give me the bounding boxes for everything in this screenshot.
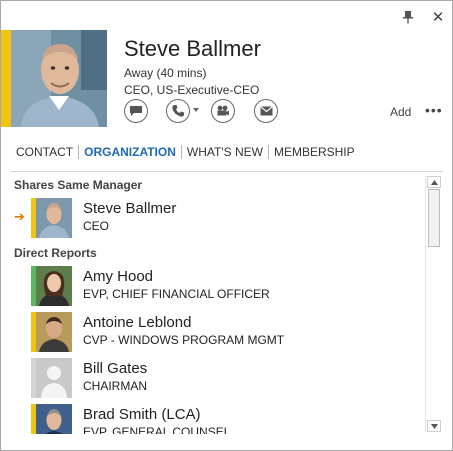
contact-photo[interactable]	[11, 30, 107, 127]
default-avatar-icon	[36, 358, 72, 398]
person-name: Brad Smith (LCA)	[83, 406, 201, 423]
chevron-down-icon[interactable]	[193, 108, 199, 112]
tab-bar: CONTACT ORGANIZATION WHAT'S NEW MEMBERSH…	[11, 143, 360, 161]
contact-name: Steve Ballmer	[124, 36, 261, 61]
tab-organization[interactable]: ORGANIZATION	[79, 145, 181, 159]
phone-icon[interactable]	[166, 99, 190, 123]
scroll-up-icon[interactable]	[427, 176, 441, 188]
person-name: Bill Gates	[83, 360, 148, 377]
organization-list: Shares Same Manager ➔ Steve Ballmer CEO …	[1, 172, 423, 434]
current-contact-arrow-icon: ➔	[14, 209, 25, 224]
avatar	[36, 266, 72, 306]
person-name: Antoine Leblond	[83, 314, 192, 331]
person-role: CEO	[83, 219, 110, 233]
more-options-icon[interactable]: •••	[425, 103, 443, 117]
person-role: CVP - WINDOWS PROGRAM MGMT	[83, 333, 285, 347]
avatar	[36, 198, 72, 238]
person-role: CHAIRMAN	[83, 379, 148, 393]
pin-icon[interactable]	[399, 8, 417, 26]
email-icon[interactable]	[254, 99, 278, 123]
close-icon[interactable]: ✕	[429, 8, 447, 26]
list-item-brad-smith[interactable]: Brad Smith (LCA) EVP, GENERAL COUNSEL	[1, 404, 421, 434]
tab-whats-new[interactable]: WHAT'S NEW	[182, 145, 268, 159]
presence-indicator-away	[1, 30, 11, 127]
group-header-direct-reports: Direct Reports	[14, 246, 97, 260]
list-item-antoine-leblond[interactable]: Antoine Leblond CVP - WINDOWS PROGRAM MG…	[1, 312, 421, 356]
avatar	[36, 312, 72, 352]
presence-status: Away (40 mins)	[124, 66, 207, 80]
avatar	[36, 404, 72, 434]
contact-card-window: ✕ Steve Ballmer Away (40 mins) CEO, US-E…	[0, 0, 453, 451]
scrollbar-thumb[interactable]	[428, 189, 440, 247]
list-scrollbar[interactable]	[425, 176, 441, 432]
group-header-same-manager: Shares Same Manager	[14, 178, 143, 192]
job-title: CEO, US-Executive-CEO	[124, 83, 260, 97]
list-item-steve-ballmer[interactable]: ➔ Steve Ballmer CEO	[1, 198, 421, 242]
video-call-icon[interactable]	[211, 99, 235, 123]
tab-contact[interactable]: CONTACT	[11, 145, 78, 159]
person-role: EVP, GENERAL COUNSEL	[83, 425, 231, 434]
tab-membership[interactable]: MEMBERSHIP	[269, 145, 360, 159]
list-item-amy-hood[interactable]: Amy Hood EVP, CHIEF FINANCIAL OFFICER	[1, 266, 421, 310]
person-role: EVP, CHIEF FINANCIAL OFFICER	[83, 287, 270, 301]
person-name: Amy Hood	[83, 268, 154, 285]
scroll-down-icon[interactable]	[427, 420, 441, 432]
add-contact-link[interactable]: Add	[390, 105, 411, 119]
list-item-bill-gates[interactable]: Bill Gates CHAIRMAN	[1, 358, 421, 402]
instant-message-icon[interactable]	[124, 99, 148, 123]
person-name: Steve Ballmer	[83, 200, 177, 217]
